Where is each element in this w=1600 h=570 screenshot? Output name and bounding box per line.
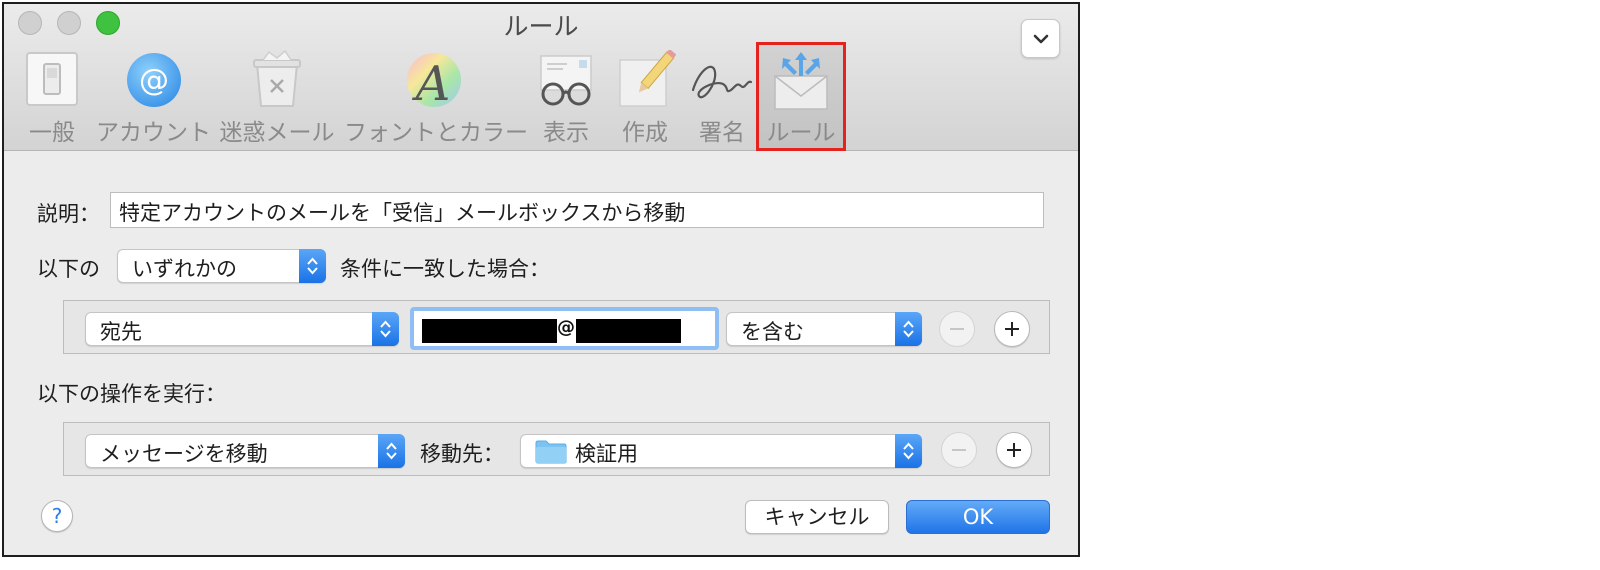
destination-mailbox-popup[interactable]: 検証用: [520, 434, 922, 468]
plus-icon: [1007, 443, 1021, 457]
minus-icon: [952, 449, 966, 451]
help-button[interactable]: ?: [41, 500, 73, 532]
description-label: 説明：: [37, 202, 100, 226]
action-type-value: メッセージを移動: [100, 442, 268, 466]
light-switch-icon: [26, 52, 78, 106]
toolbar-label-junk-mail: 迷惑メール: [219, 120, 335, 146]
toolbar-label-viewing: 表示: [543, 120, 589, 146]
match-type-value: いずれかの: [132, 257, 237, 281]
plus-icon: [1005, 322, 1019, 336]
window-title: ルール: [503, 12, 579, 41]
popup-arrows-icon: [378, 434, 405, 468]
action-type-popup[interactable]: メッセージを移動: [85, 434, 405, 468]
chevron-down-icon: [1033, 34, 1049, 44]
condition-field-popup[interactable]: 宛先: [85, 312, 399, 346]
envelope-arrows-icon: [774, 52, 828, 110]
toolbar-item-junk-mail[interactable]: 迷惑メール: [218, 50, 336, 146]
toolbar-item-fonts-colors[interactable]: A フォントとカラー: [344, 50, 528, 146]
toolbar-item-general[interactable]: 一般: [12, 50, 92, 146]
condition-value-field[interactable]: @: [410, 307, 719, 350]
destination-mailbox-value: 検証用: [575, 442, 638, 466]
redacted-text: [422, 319, 557, 343]
trash-bin-icon: [253, 50, 301, 107]
remove-action-button[interactable]: [941, 432, 977, 468]
popup-arrows-icon: [895, 434, 922, 468]
at-sign-icon: @: [126, 53, 181, 107]
font-color-wheel-icon: A: [407, 53, 461, 110]
toolbar-item-signatures[interactable]: 署名: [684, 50, 760, 146]
cancel-button[interactable]: キャンセル: [745, 500, 889, 534]
match-type-popup[interactable]: いずれかの: [117, 249, 326, 283]
signature-icon: [691, 65, 753, 99]
toolbar-item-accounts[interactable]: @ アカウント: [96, 50, 211, 146]
minus-icon: [950, 328, 964, 330]
toolbar-label-accounts: アカウント: [96, 120, 211, 146]
toolbar-label-rules: ルール: [766, 120, 836, 146]
toolbar-item-viewing[interactable]: 表示: [528, 50, 604, 146]
folder-icon: [535, 440, 567, 464]
toolbar-label-general: 一般: [29, 120, 75, 146]
pencil-paper-icon: [619, 50, 676, 107]
toolbar-item-composing[interactable]: 作成: [607, 50, 683, 146]
condition-field-value: 宛先: [100, 320, 142, 344]
popup-arrows-icon: [372, 312, 399, 346]
toolbar-item-rules[interactable]: ルール: [756, 42, 846, 151]
glasses-icon: [540, 55, 592, 106]
rules-preferences-window: ルール 一般 @ アカウント 迷惑メール A フォントとカラー 表示 作成 署名…: [2, 2, 1080, 557]
actions-label: 以下の操作を実行：: [37, 382, 226, 406]
popup-arrows-icon: [895, 312, 922, 346]
toolbar-label-signatures: 署名: [699, 120, 745, 146]
ok-button[interactable]: OK: [906, 500, 1050, 534]
add-condition-button[interactable]: [994, 311, 1030, 347]
add-action-button[interactable]: [996, 432, 1032, 468]
description-field[interactable]: 特定アカウントのメールを「受信」メールボックスから移動: [110, 192, 1044, 228]
match-suffix-label: 条件に一致した場合：: [340, 257, 550, 281]
redacted-text: [576, 319, 681, 343]
popup-arrows-icon: [299, 249, 326, 283]
svg-text:@: @: [139, 63, 169, 98]
destination-label: 移動先：: [420, 442, 504, 466]
svg-text:A: A: [412, 56, 451, 110]
toolbar-overflow-button[interactable]: [1021, 19, 1060, 58]
titlebar-toolbar: ルール 一般 @ アカウント 迷惑メール A フォントとカラー 表示 作成 署名…: [4, 4, 1078, 151]
remove-condition-button[interactable]: [939, 311, 975, 347]
condition-operator-value: を含む: [741, 320, 804, 344]
condition-operator-popup[interactable]: を含む: [726, 312, 922, 346]
match-prefix-label: 以下の: [37, 257, 100, 281]
toolbar-label-composing: 作成: [622, 120, 668, 146]
toolbar-label-fonts-colors: フォントとカラー: [344, 120, 528, 146]
email-at-sign: @: [557, 317, 575, 338]
